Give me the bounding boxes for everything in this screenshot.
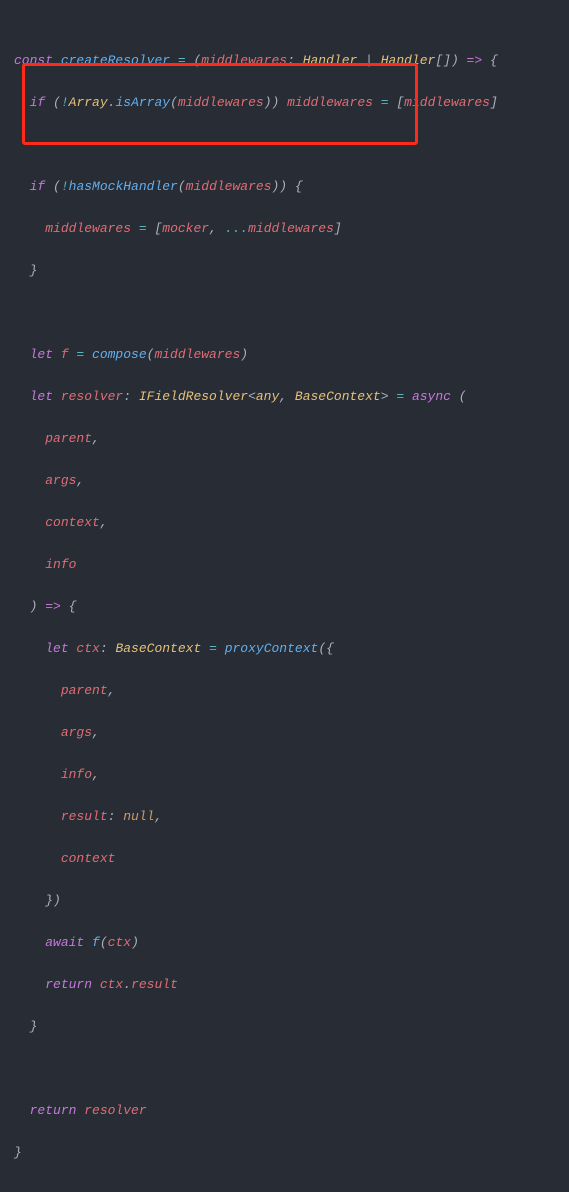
code-line: const createResolver = (middlewares: Han…	[0, 50, 569, 71]
code-line: }	[0, 1016, 569, 1037]
code-line: }	[0, 1142, 569, 1163]
code-line: info,	[0, 764, 569, 785]
code-line: return resolver	[0, 1100, 569, 1121]
code-block: const createResolver = (middlewares: Han…	[0, 0, 569, 1192]
code-line: ) => {	[0, 596, 569, 617]
code-line: let f = compose(middlewares)	[0, 344, 569, 365]
code-line: let resolver: IFieldResolver<any, BaseCo…	[0, 386, 569, 407]
code-line	[0, 134, 569, 155]
code-line	[0, 1058, 569, 1079]
code-line: args,	[0, 722, 569, 743]
code-line: if (!Array.isArray(middlewares)) middlew…	[0, 92, 569, 113]
code-line: args,	[0, 470, 569, 491]
code-line: context	[0, 848, 569, 869]
code-line: return ctx.result	[0, 974, 569, 995]
code-line: await f(ctx)	[0, 932, 569, 953]
code-line: info	[0, 554, 569, 575]
code-line: let ctx: BaseContext = proxyContext({	[0, 638, 569, 659]
code-line: })	[0, 890, 569, 911]
code-line	[0, 302, 569, 323]
code-line: }	[0, 260, 569, 281]
code-line: if (!hasMockHandler(middlewares)) {	[0, 176, 569, 197]
code-line: context,	[0, 512, 569, 533]
code-line: result: null,	[0, 806, 569, 827]
code-line: parent,	[0, 680, 569, 701]
code-line: parent,	[0, 428, 569, 449]
code-line: middlewares = [mocker, ...middlewares]	[0, 218, 569, 239]
